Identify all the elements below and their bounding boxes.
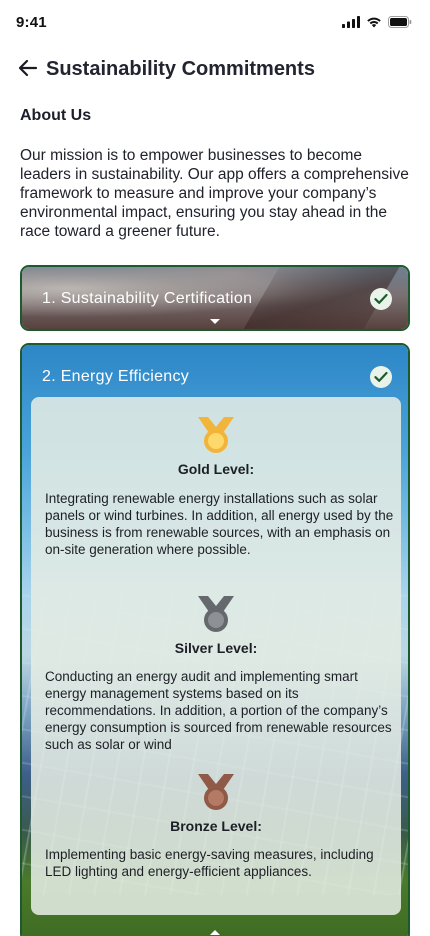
about-body: Our mission is to empower businesses to … bbox=[20, 147, 409, 240]
back-button[interactable] bbox=[16, 58, 40, 82]
level-description: Implementing basic energy-saving measure… bbox=[45, 847, 374, 879]
status-time: 9:41 bbox=[16, 14, 47, 31]
back-arrow-icon bbox=[18, 59, 38, 82]
about-heading: About Us bbox=[20, 107, 92, 124]
status-bar: 9:41 bbox=[0, 0, 430, 44]
medal-icon bbox=[196, 594, 236, 636]
check-circle-icon bbox=[370, 288, 392, 310]
medal-icon bbox=[196, 772, 236, 814]
level-title: Gold Level: bbox=[177, 461, 255, 477]
section-card-sustainability-certification[interactable]: 1. Sustainability Certification bbox=[20, 265, 410, 331]
level-description: Conducting an energy audit and implement… bbox=[45, 669, 392, 752]
page-title: Sustainability Commitments bbox=[46, 58, 315, 80]
section-title: 1. Sustainability Certification bbox=[42, 290, 253, 307]
status-icons bbox=[342, 15, 412, 33]
section-title: 2. Energy Efficiency bbox=[42, 368, 190, 385]
medal-icon bbox=[196, 415, 236, 457]
check-circle-icon bbox=[370, 366, 392, 388]
chevron-down-icon bbox=[210, 319, 220, 324]
levels-panel: Gold Level: Integrating renewable energy… bbox=[31, 397, 401, 915]
battery-icon bbox=[388, 15, 412, 33]
section-card-energy-efficiency[interactable]: 2. Energy Efficiency Gold Level: Integra… bbox=[20, 343, 410, 936]
wifi-icon bbox=[366, 15, 382, 33]
level-description: Integrating renewable energy installatio… bbox=[45, 491, 394, 557]
app-header: Sustainability Commitments bbox=[0, 56, 430, 86]
level-title: Bronze Level: bbox=[170, 818, 262, 834]
signal-icon bbox=[342, 15, 360, 33]
level-title: Silver Level: bbox=[174, 640, 258, 656]
chevron-up-icon bbox=[210, 930, 220, 935]
